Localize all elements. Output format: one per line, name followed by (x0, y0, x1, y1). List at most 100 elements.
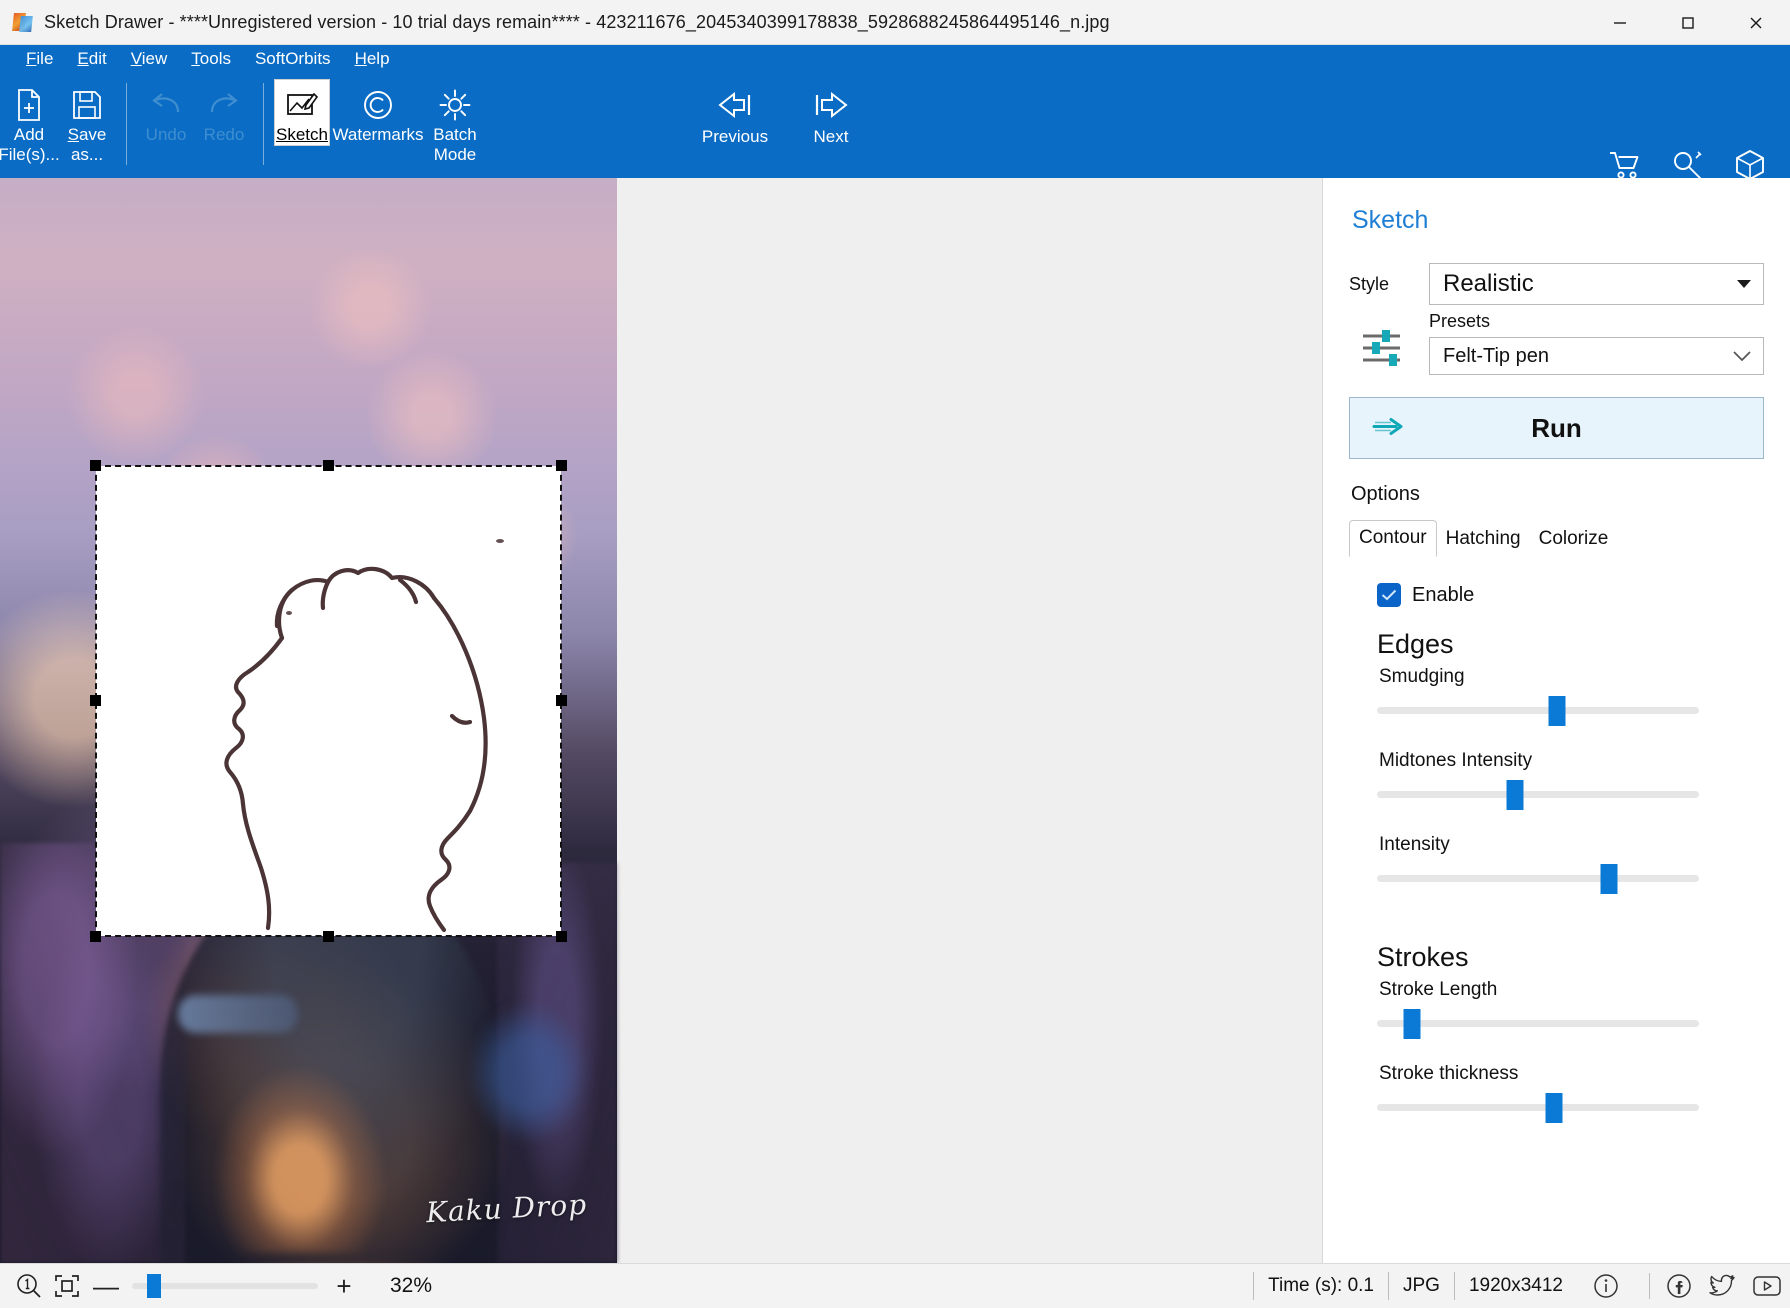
magnifier-one-icon[interactable] (10, 1273, 48, 1299)
slider-intensity[interactable] (1377, 862, 1699, 896)
toolbar: Add File(s)... Save as... Undo Redo Sket… (0, 73, 1790, 181)
undo-arrow-icon (148, 85, 184, 125)
selection-handle-top-left[interactable] (90, 460, 101, 471)
slider-stroke-thickness[interactable] (1377, 1091, 1699, 1125)
floppy-disk-icon (71, 85, 103, 125)
slider-thumb[interactable] (1545, 1093, 1563, 1123)
tab-contour[interactable]: Contour (1349, 520, 1437, 557)
toolbar-add-files-line1: Add (13, 125, 45, 144)
toolbar-sketch[interactable]: Sketch (274, 79, 330, 146)
box-icon[interactable] (1734, 149, 1766, 181)
slider-thumb[interactable] (1600, 864, 1618, 894)
fit-to-screen-icon[interactable] (48, 1274, 86, 1298)
sketch-pencil-icon (285, 85, 319, 125)
slider-thumb[interactable] (1548, 696, 1566, 726)
style-label: Style (1349, 273, 1390, 294)
selection-handle-bottom-center[interactable] (322, 931, 334, 942)
selection-handle-middle-left[interactable] (90, 695, 101, 706)
redo-arrow-icon (206, 85, 242, 125)
menu-view[interactable]: View (119, 46, 180, 72)
contour-tab-panel: Enable Edges Smudging Midtones Intensity… (1349, 557, 1764, 1125)
status-bar: — + 32% Time (s): 0.1 JPG 1920x3412 (0, 1263, 1790, 1308)
slider-thumb[interactable] (1403, 1009, 1421, 1039)
app-logo-icon (12, 11, 34, 33)
slider-track (1377, 1104, 1699, 1111)
selection-box[interactable] (90, 460, 567, 942)
selection-handle-top-right[interactable] (556, 460, 567, 471)
copyright-icon (361, 85, 395, 125)
menu-edit[interactable]: Edit (65, 46, 118, 72)
maximize-button[interactable] (1654, 0, 1722, 45)
close-button[interactable] (1722, 0, 1790, 45)
chevron-down-small-icon (1733, 348, 1751, 365)
sketch-preview (224, 539, 504, 933)
facebook-icon[interactable] (1666, 1273, 1692, 1299)
slider-label-stroke-thickness: Stroke thickness (1379, 1063, 1519, 1084)
menu-bar: File Edit View Tools SoftOrbits Help (0, 45, 1790, 73)
gear-icon (438, 85, 472, 125)
nav-previous[interactable]: Previous (700, 83, 770, 147)
options-label: Options (1351, 483, 1420, 505)
group-heading-edges: Edges (1377, 629, 1454, 659)
cart-icon[interactable] (1608, 150, 1642, 180)
group-heading-strokes: Strokes (1377, 942, 1469, 972)
tab-hatching[interactable]: Hatching (1437, 522, 1530, 557)
image-canvas[interactable]: Kaku Drop (0, 178, 1322, 1263)
enable-checkbox[interactable] (1377, 583, 1401, 607)
options-tabs: Contour Hatching Colorize (1349, 520, 1764, 557)
nav-next[interactable]: Next (796, 83, 866, 147)
zoom-percent-label: 32% (390, 1274, 433, 1297)
slider-track (1377, 875, 1699, 882)
photo-glow (215, 1068, 385, 1253)
toolbar-redo-label: Redo (203, 125, 245, 144)
presets-select-value: Felt-Tip pen (1443, 344, 1549, 367)
status-format: JPG (1388, 1272, 1454, 1300)
selection-handle-middle-right[interactable] (556, 695, 567, 706)
slider-track (1377, 707, 1699, 714)
arrow-left-bar-icon (714, 83, 756, 127)
slider-label-intensity: Intensity (1379, 834, 1450, 855)
slider-label-midtones-intensity: Midtones Intensity (1379, 750, 1533, 771)
toolbar-save-as-line1: Save (67, 125, 107, 144)
status-dimensions: 1920x3412 (1453, 1272, 1577, 1300)
slider-stroke-length[interactable] (1377, 1007, 1699, 1041)
file-plus-icon (14, 85, 44, 125)
style-select[interactable]: Realistic (1429, 263, 1764, 305)
photo-blue-sash (178, 995, 298, 1033)
slider-smudging[interactable] (1377, 694, 1699, 728)
toolbar-watermarks-label: Watermarks (332, 125, 424, 144)
zoom-slider-thumb[interactable] (147, 1274, 162, 1298)
selection-handle-top-center[interactable] (322, 460, 334, 471)
enable-row[interactable]: Enable (1377, 583, 1764, 607)
zoom-in-button[interactable]: + (324, 1273, 364, 1299)
menu-tools[interactable]: Tools (179, 46, 243, 72)
zoom-slider[interactable] (132, 1271, 318, 1301)
nav-previous-label: Previous (701, 127, 769, 146)
selection-handle-bottom-left[interactable] (90, 931, 101, 942)
menu-softorbits[interactable]: SoftOrbits (243, 46, 343, 72)
tab-colorize[interactable]: Colorize (1530, 522, 1618, 557)
toolbar-add-files[interactable]: Add File(s)... (0, 79, 60, 165)
status-time: Time (s): 0.1 (1253, 1272, 1388, 1300)
slider-thumb[interactable] (1506, 780, 1524, 810)
toolbar-watermarks[interactable]: Watermarks (330, 79, 426, 145)
presets-row: Presets Felt-Tip pen (1349, 311, 1764, 375)
style-select-value: Realistic (1443, 270, 1534, 297)
run-button[interactable]: Run (1349, 397, 1764, 459)
info-icon[interactable] (1593, 1273, 1619, 1299)
selection-handle-bottom-right[interactable] (556, 931, 567, 942)
minimize-button[interactable] (1586, 0, 1654, 45)
toolbar-save-as[interactable]: Save as... (58, 79, 116, 165)
toolbar-batch-mode[interactable]: Batch Mode (426, 79, 484, 165)
key-icon[interactable] (1672, 150, 1704, 180)
run-button-label: Run (1531, 412, 1582, 443)
presets-select[interactable]: Felt-Tip pen (1429, 337, 1764, 375)
zoom-out-button[interactable]: — (86, 1273, 126, 1299)
menu-help[interactable]: Help (343, 46, 402, 72)
menu-file[interactable]: File (14, 46, 65, 72)
title-bar: Sketch Drawer - ****Unregistered version… (0, 0, 1790, 45)
slider-midtones-intensity[interactable] (1377, 778, 1699, 812)
twitter-icon[interactable] (1708, 1273, 1736, 1299)
youtube-icon[interactable] (1752, 1274, 1782, 1298)
